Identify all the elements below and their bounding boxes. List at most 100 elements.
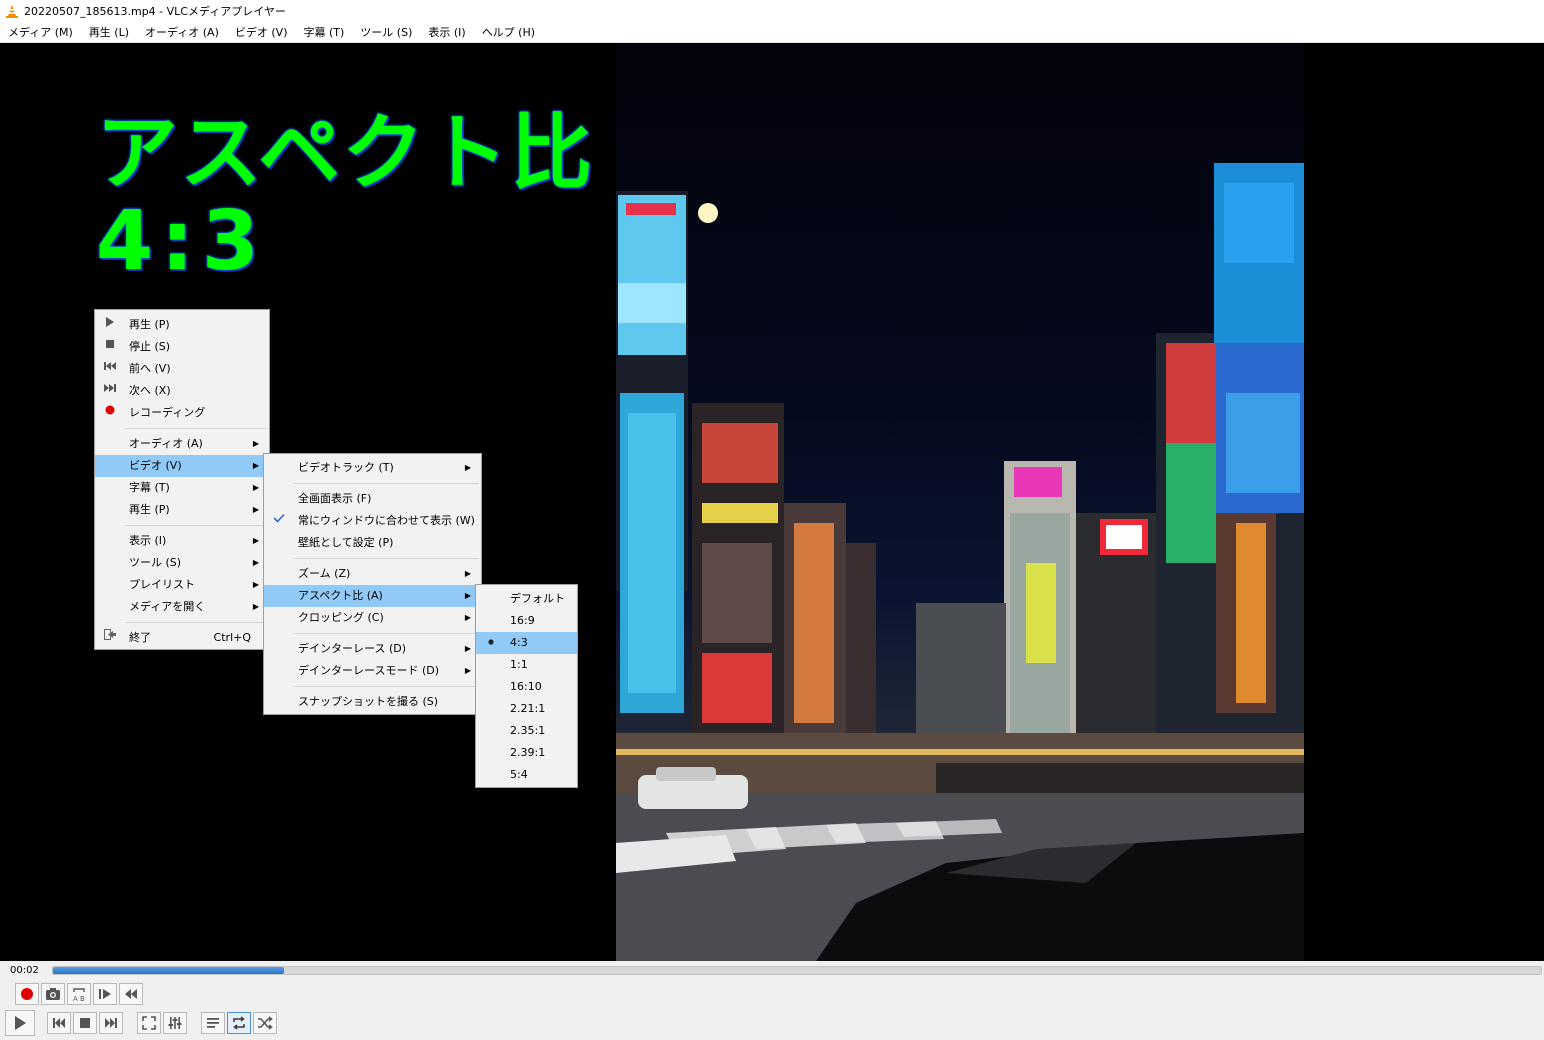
video-menu-deinterlace[interactable]: デインターレース (D) ▶ xyxy=(264,638,481,660)
menu-video[interactable]: ビデオ (V) xyxy=(227,22,296,43)
previous-button[interactable] xyxy=(47,1012,71,1034)
stop-icon xyxy=(103,336,117,358)
submenu-arrow-icon: ▶ xyxy=(464,569,471,578)
menu-separator xyxy=(125,428,267,429)
submenu-arrow-icon: ▶ xyxy=(464,666,471,675)
shuffle-button[interactable] xyxy=(253,1012,277,1034)
video-menu-snapshot[interactable]: スナップショットを撮る (S) xyxy=(264,691,481,713)
submenu-arrow-icon: ▶ xyxy=(464,591,471,600)
video-submenu: ビデオトラック (T) ▶ 全画面表示 (F) 常にウィンドウに合わせて表示 (W… xyxy=(263,453,482,715)
svg-text:B: B xyxy=(80,995,85,1002)
checkmark-icon xyxy=(272,510,286,532)
video-menu-fullscreen[interactable]: 全画面表示 (F) xyxy=(264,488,481,510)
context-menu-recording[interactable]: レコーディング xyxy=(95,402,269,424)
aspect-option-selected[interactable]: 4:3 xyxy=(476,632,577,654)
record-icon xyxy=(21,988,33,1000)
window-title: 20220507_185613.mp4 - VLCメディアプレイヤー xyxy=(24,5,286,18)
city-night-scene xyxy=(616,163,1304,961)
context-menu-previous[interactable]: 前へ (V) xyxy=(95,358,269,380)
video-menu-deinterlace-mode[interactable]: デインターレースモード (D) ▶ xyxy=(264,660,481,682)
menu-bar: メディア (M) 再生 (L) オーディオ (A) ビデオ (V) 字幕 (T)… xyxy=(0,22,1544,43)
control-bar: 00:02 AB xyxy=(0,961,1544,1040)
video-menu-wallpaper[interactable]: 壁紙として設定 (P) xyxy=(264,532,481,554)
stop-button[interactable] xyxy=(73,1012,97,1034)
submenu-arrow-icon: ▶ xyxy=(464,613,471,622)
frame-step-button[interactable] xyxy=(93,983,117,1005)
context-menu-playlist[interactable]: プレイリスト ▶ xyxy=(95,574,269,596)
aspect-option[interactable]: 2.35:1 xyxy=(476,720,577,742)
overlay-caption-ratio: 4:3 xyxy=(96,194,267,289)
menu-subtitle[interactable]: 字幕 (T) xyxy=(295,22,352,43)
fullscreen-button[interactable] xyxy=(137,1012,161,1034)
shuffle-icon xyxy=(258,1016,273,1030)
play-icon xyxy=(103,314,117,336)
submenu-arrow-icon: ▶ xyxy=(464,644,471,653)
menu-playback[interactable]: 再生 (L) xyxy=(81,22,137,43)
camera-icon xyxy=(46,988,60,1000)
context-menu-audio[interactable]: オーディオ (A) ▶ xyxy=(95,433,269,455)
aspect-option[interactable]: 2.39:1 xyxy=(476,742,577,764)
menu-separator xyxy=(294,686,479,687)
submenu-arrow-icon: ▶ xyxy=(252,505,259,514)
context-menu-quit[interactable]: 終了 Ctrl+Q xyxy=(95,627,269,649)
next-icon xyxy=(105,1018,117,1028)
submenu-arrow-icon: ▶ xyxy=(252,558,259,567)
playlist-button[interactable] xyxy=(201,1012,225,1034)
extended-settings-button[interactable] xyxy=(163,1012,187,1034)
video-menu-track[interactable]: ビデオトラック (T) ▶ xyxy=(264,457,481,479)
frame-step-icon xyxy=(99,989,111,999)
aspect-option[interactable]: 5:4 xyxy=(476,764,577,786)
menu-media[interactable]: メディア (M) xyxy=(0,22,81,43)
video-menu-aspect-ratio[interactable]: アスペクト比 (A) ▶ xyxy=(264,585,481,607)
aspect-ratio-submenu: デフォルト 16:9 4:3 1:1 16:10 2.21:1 2.35:1 2… xyxy=(475,584,578,788)
play-button[interactable] xyxy=(5,1010,35,1036)
menu-audio[interactable]: オーディオ (A) xyxy=(137,22,227,43)
stop-icon xyxy=(80,1018,90,1028)
aspect-option[interactable]: 2.21:1 xyxy=(476,698,577,720)
equalizer-icon xyxy=(168,1017,182,1029)
context-menu-subtitle[interactable]: 字幕 (T) ▶ xyxy=(95,477,269,499)
aspect-option[interactable]: デフォルト xyxy=(476,588,577,610)
loop-icon xyxy=(233,1016,245,1030)
video-menu-zoom[interactable]: ズーム (Z) ▶ xyxy=(264,563,481,585)
menu-help[interactable]: ヘルプ (H) xyxy=(474,22,543,43)
submenu-arrow-icon: ▶ xyxy=(252,483,259,492)
context-menu-next[interactable]: 次へ (X) xyxy=(95,380,269,402)
svg-text:A: A xyxy=(73,995,78,1002)
slower-button[interactable] xyxy=(119,983,143,1005)
record-button[interactable] xyxy=(15,983,39,1005)
radio-dot-icon xyxy=(484,632,498,654)
submenu-arrow-icon: ▶ xyxy=(252,580,259,589)
context-menu-playback[interactable]: 再生 (P) ▶ xyxy=(95,499,269,521)
context-menu-video[interactable]: ビデオ (V) ▶ xyxy=(95,455,269,477)
video-menu-crop[interactable]: クロッピング (C) ▶ xyxy=(264,607,481,629)
menu-separator xyxy=(125,622,267,623)
next-button[interactable] xyxy=(99,1012,123,1034)
title-bar: 20220507_185613.mp4 - VLCメディアプレイヤー xyxy=(0,0,1544,22)
loop-ab-button[interactable]: AB xyxy=(67,983,91,1005)
loop-button[interactable] xyxy=(227,1012,251,1034)
menu-tools[interactable]: ツール (S) xyxy=(352,22,420,43)
menu-view[interactable]: 表示 (I) xyxy=(420,22,473,43)
context-menu-open-media[interactable]: メディアを開く ▶ xyxy=(95,596,269,618)
context-menu-view[interactable]: 表示 (I) ▶ xyxy=(95,530,269,552)
overlay-caption-title: アスペクト比 xyxy=(96,106,595,201)
context-menu: 再生 (P) 停止 (S) 前へ (V) 次へ (X) レコーディング オーディ… xyxy=(94,309,270,650)
video-area[interactable]: アスペクト比 4:3 再生 (P) 停止 (S) 前へ (V) 次へ (X) レ… xyxy=(0,43,1544,961)
next-icon xyxy=(103,380,117,402)
context-menu-tools[interactable]: ツール (S) ▶ xyxy=(95,552,269,574)
seek-slider[interactable] xyxy=(52,966,1542,975)
video-frame xyxy=(616,43,1304,961)
aspect-option[interactable]: 16:10 xyxy=(476,676,577,698)
context-menu-play[interactable]: 再生 (P) xyxy=(95,314,269,336)
aspect-option[interactable]: 16:9 xyxy=(476,610,577,632)
fullscreen-icon xyxy=(142,1016,156,1030)
vlc-cone-icon xyxy=(5,4,19,18)
aspect-option[interactable]: 1:1 xyxy=(476,654,577,676)
quit-shortcut: Ctrl+Q xyxy=(213,631,251,644)
context-menu-stop[interactable]: 停止 (S) xyxy=(95,336,269,358)
loop-ab-icon: AB xyxy=(73,988,85,1002)
submenu-arrow-icon: ▶ xyxy=(252,602,259,611)
video-menu-fit-window[interactable]: 常にウィンドウに合わせて表示 (W) xyxy=(264,510,481,532)
snapshot-button[interactable] xyxy=(41,983,65,1005)
